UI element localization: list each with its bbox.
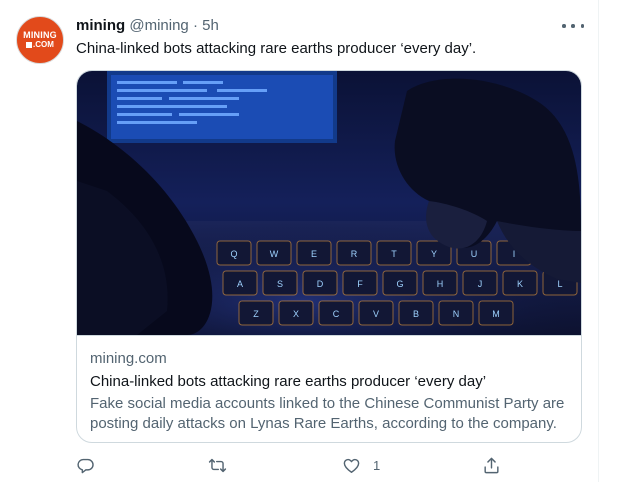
keyboard-key-label: B	[413, 309, 419, 319]
card-description: Fake social media accounts linked to the…	[90, 395, 565, 432]
keyboard-key-label: Y	[431, 249, 437, 259]
card-title: China-linked bots attacking rare earths …	[90, 373, 487, 390]
keyboard-key-label: R	[351, 249, 358, 259]
timeline-divider	[598, 0, 599, 482]
retweet-button[interactable]	[208, 450, 227, 480]
keyboard-key-label: A	[237, 279, 243, 289]
keyboard-key-label: X	[293, 309, 299, 319]
keyboard-key-label: M	[492, 309, 500, 319]
keyboard-key-label: L	[557, 279, 562, 289]
avatar[interactable]: MINING .COM	[16, 16, 64, 64]
keyboard-key-label: J	[478, 279, 483, 289]
keyboard-key-label: K	[517, 279, 523, 289]
link-card[interactable]: QWERTYUIOPASDFGHJKLZXCVBNM mining.com Ch…	[76, 70, 582, 443]
keyboard-key-label: F	[357, 279, 363, 289]
keyboard-key-label: E	[311, 249, 317, 259]
keyboard-key-label: U	[471, 249, 478, 259]
heart-icon	[343, 458, 360, 473]
tweet-header: mining @mining · 5h	[76, 17, 219, 35]
keyboard-key-label: V	[373, 309, 379, 319]
card-meta: mining.com China-linked bots attacking r…	[77, 335, 581, 442]
retweet-icon	[208, 458, 227, 472]
card-image: QWERTYUIOPASDFGHJKLZXCVBNM	[77, 71, 581, 335]
like-button[interactable]: 1	[342, 450, 380, 480]
card-domain: mining.com	[90, 350, 167, 367]
keyboard-key-label: Z	[253, 309, 259, 319]
keyboard-key-label: W	[270, 249, 279, 259]
reply-button[interactable]	[76, 450, 95, 480]
tweet-actions: 1	[76, 450, 516, 480]
keyboard-key-label: D	[317, 279, 324, 289]
more-options-icon[interactable]	[562, 18, 584, 34]
keyboard-key-label: H	[437, 279, 444, 289]
keyboard-key-label: T	[391, 249, 397, 259]
header-separator: ·	[192, 17, 198, 34]
reply-icon	[77, 458, 94, 473]
keyboard-key-label: I	[513, 249, 516, 259]
avatar-logo-line2: .COM	[26, 40, 54, 49]
share-icon	[484, 457, 499, 473]
share-button[interactable]	[482, 450, 501, 480]
author-handle[interactable]: @mining	[129, 17, 188, 34]
avatar-logo-line1: MINING	[23, 30, 57, 40]
keyboard-key-label: C	[333, 309, 340, 319]
tweet-timestamp[interactable]: 5h	[202, 17, 219, 34]
keyboard-key-label: S	[277, 279, 283, 289]
keyboard-key-label: N	[453, 309, 460, 319]
author-name[interactable]: mining	[76, 17, 125, 34]
keyboard-key-label: G	[396, 279, 403, 289]
keyboard-key-label: Q	[230, 249, 237, 259]
like-count: 1	[373, 457, 381, 473]
tweet-text: China-linked bots attacking rare earths …	[76, 40, 477, 57]
